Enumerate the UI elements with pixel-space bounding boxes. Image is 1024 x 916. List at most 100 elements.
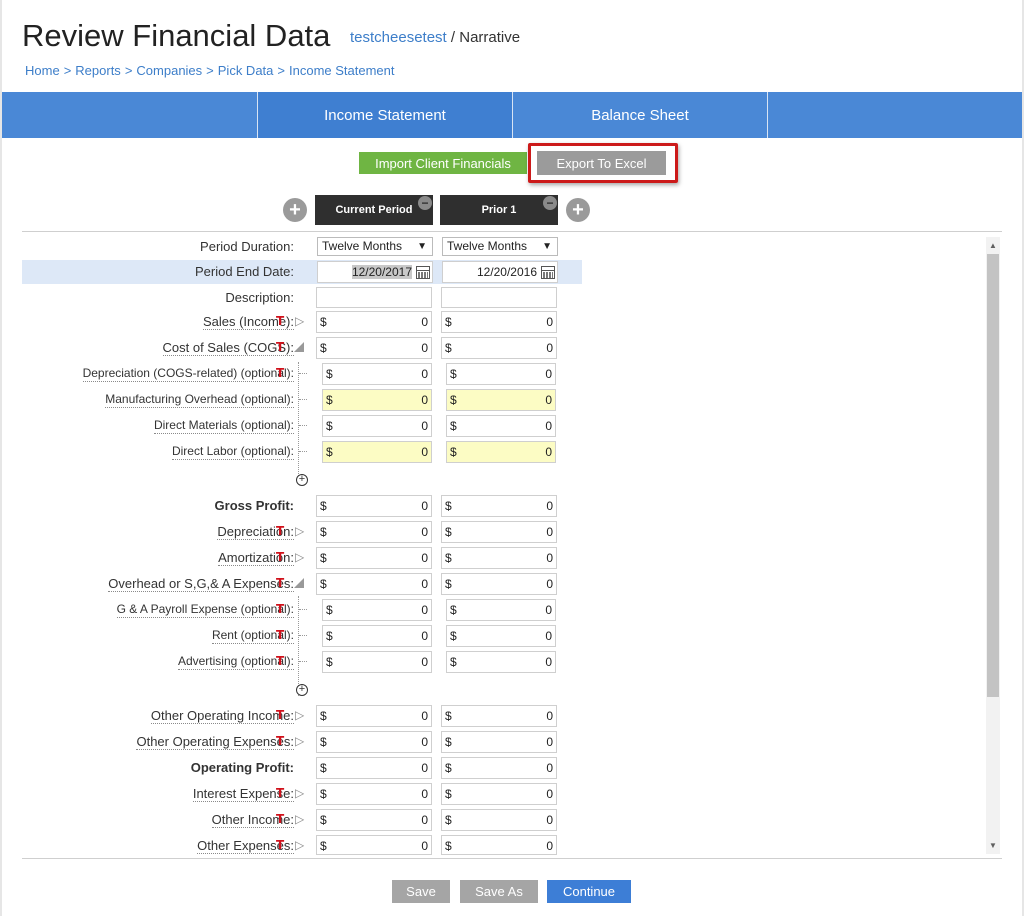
client-link[interactable]: testcheesetest xyxy=(350,29,447,46)
prior-amount-input[interactable]: $0 xyxy=(441,705,557,727)
current-amount-input[interactable]: $0 xyxy=(322,389,432,411)
current-amount-input[interactable]: $0 xyxy=(316,783,432,805)
prior-amount-input[interactable]: $0 xyxy=(441,311,557,333)
current-amount-input[interactable]: $0 xyxy=(322,415,432,437)
scroll-down-arrow-icon[interactable]: ▼ xyxy=(986,838,1000,852)
prior-amount-input[interactable]: $0 xyxy=(441,757,557,779)
current-amount-input[interactable]: $0 xyxy=(316,835,432,855)
expand-triangle-icon[interactable]: ▷ xyxy=(295,708,304,722)
tab-balance-sheet[interactable]: Balance Sheet xyxy=(512,92,767,138)
line-label[interactable]: Depreciation (COGS-related) (optional): xyxy=(82,366,294,382)
continue-button[interactable]: Continue xyxy=(547,880,631,903)
add-column-right-icon[interactable]: + xyxy=(566,198,590,222)
save-as-button[interactable]: Save As xyxy=(460,880,538,903)
current-amount-input[interactable]: $0 xyxy=(316,731,432,753)
line-label[interactable]: Overhead or S,G,& A Expenses: xyxy=(108,576,294,592)
calendar-icon[interactable] xyxy=(541,266,555,279)
collapse-triangle-icon[interactable] xyxy=(294,578,304,588)
line-label[interactable]: Manufacturing Overhead (optional): xyxy=(105,392,294,408)
remove-column-prior-icon[interactable]: − xyxy=(543,196,557,210)
breadcrumb-home[interactable]: Home xyxy=(25,63,60,78)
prior-amount-input[interactable]: $0 xyxy=(446,363,556,385)
current-amount-input[interactable]: $0 xyxy=(322,363,432,385)
prior-amount-input[interactable]: $0 xyxy=(446,415,556,437)
prior-amount-input[interactable]: $0 xyxy=(441,809,557,831)
current-amount-input[interactable]: $0 xyxy=(322,599,432,621)
line-label[interactable]: Direct Materials (optional): xyxy=(153,418,294,434)
prior-amount-input[interactable]: $0 xyxy=(441,835,557,855)
line-label[interactable]: Other Operating Expenses: xyxy=(136,734,294,750)
expand-triangle-icon[interactable]: ▷ xyxy=(295,314,304,328)
save-button[interactable]: Save xyxy=(392,880,450,903)
prior-amount-input[interactable]: $0 xyxy=(446,651,556,673)
current-amount-input[interactable]: $0 xyxy=(322,651,432,673)
t-account-icon[interactable]: T xyxy=(276,838,284,852)
expand-triangle-icon[interactable]: ▷ xyxy=(295,786,304,800)
current-amount-input[interactable]: $0 xyxy=(316,521,432,543)
t-account-icon[interactable]: T xyxy=(276,708,284,722)
prior-amount-input[interactable]: $0 xyxy=(441,521,557,543)
import-client-financials-button[interactable]: Import Client Financials xyxy=(359,152,527,174)
prior-amount-input[interactable]: $0 xyxy=(446,599,556,621)
calendar-icon[interactable] xyxy=(416,266,430,279)
current-end-date-field[interactable]: 12/20/2017 xyxy=(317,261,433,283)
t-account-icon[interactable]: T xyxy=(276,550,284,564)
current-amount-input[interactable]: $0 xyxy=(316,573,432,595)
current-amount-input[interactable]: $0 xyxy=(316,311,432,333)
add-subline-cogs-icon[interactable]: + xyxy=(296,474,308,486)
prior-end-date-field[interactable]: 12/20/2016 xyxy=(442,261,558,283)
current-amount-input[interactable]: $0 xyxy=(322,441,432,463)
breadcrumb-reports[interactable]: Reports xyxy=(75,63,121,78)
prior-amount-input[interactable]: $0 xyxy=(441,783,557,805)
t-account-icon[interactable]: T xyxy=(276,524,284,538)
expand-triangle-icon[interactable]: ▷ xyxy=(295,812,304,826)
breadcrumb-pick-data[interactable]: Pick Data xyxy=(218,63,274,78)
add-subline-overhead-icon[interactable]: + xyxy=(296,684,308,696)
current-amount-input[interactable]: $0 xyxy=(316,757,432,779)
current-description-input[interactable] xyxy=(316,287,432,308)
current-amount-input[interactable]: $0 xyxy=(316,705,432,727)
expand-triangle-icon[interactable]: ▷ xyxy=(295,734,304,748)
current-amount-input[interactable]: $0 xyxy=(316,809,432,831)
prior-description-input[interactable] xyxy=(441,287,557,308)
expand-triangle-icon[interactable]: ▷ xyxy=(295,838,304,852)
t-account-icon[interactable]: T xyxy=(276,812,284,826)
t-account-icon[interactable]: T xyxy=(276,602,284,616)
t-account-icon[interactable]: T xyxy=(276,340,284,354)
current-amount-input[interactable]: $0 xyxy=(322,625,432,647)
prior-amount-input[interactable]: $0 xyxy=(446,625,556,647)
prior-amount-input[interactable]: $0 xyxy=(441,495,557,517)
expand-triangle-icon[interactable]: ▷ xyxy=(295,550,304,564)
line-label[interactable]: G & A Payroll Expense (optional): xyxy=(116,602,294,618)
t-account-icon[interactable]: T xyxy=(276,734,284,748)
t-account-icon[interactable]: T xyxy=(276,576,284,590)
prior-amount-input[interactable]: $0 xyxy=(441,731,557,753)
remove-column-current-icon[interactable]: − xyxy=(418,196,432,210)
prior-amount-input[interactable]: $0 xyxy=(446,441,556,463)
current-amount-input[interactable]: $0 xyxy=(316,337,432,359)
t-account-icon[interactable]: T xyxy=(276,786,284,800)
line-label[interactable]: Cost of Sales (COGS): xyxy=(162,340,294,356)
prior-amount-input[interactable]: $0 xyxy=(441,547,557,569)
scroll-up-arrow-icon[interactable]: ▲ xyxy=(986,238,1000,252)
tab-income-statement[interactable]: Income Statement xyxy=(257,92,512,138)
breadcrumb-income-statement[interactable]: Income Statement xyxy=(289,63,395,78)
prior-amount-input[interactable]: $0 xyxy=(441,573,557,595)
line-label[interactable]: Other Operating Income: xyxy=(150,708,294,724)
t-account-icon[interactable]: T xyxy=(276,628,284,642)
current-duration-select[interactable]: Twelve Months ▼ xyxy=(317,237,433,256)
export-to-excel-button[interactable]: Export To Excel xyxy=(537,151,666,175)
t-account-icon[interactable]: T xyxy=(276,654,284,668)
t-account-icon[interactable]: T xyxy=(276,314,284,328)
prior-amount-input[interactable]: $0 xyxy=(446,389,556,411)
collapse-triangle-icon[interactable] xyxy=(294,342,304,352)
prior-duration-select[interactable]: Twelve Months ▼ xyxy=(442,237,558,256)
breadcrumb-companies[interactable]: Companies xyxy=(136,63,202,78)
current-amount-input[interactable]: $0 xyxy=(316,495,432,517)
prior-amount-input[interactable]: $0 xyxy=(441,337,557,359)
add-column-left-icon[interactable]: + xyxy=(283,198,307,222)
scrollbar-thumb[interactable] xyxy=(987,254,999,697)
line-label[interactable]: Direct Labor (optional): xyxy=(171,444,294,460)
current-amount-input[interactable]: $0 xyxy=(316,547,432,569)
expand-triangle-icon[interactable]: ▷ xyxy=(295,524,304,538)
